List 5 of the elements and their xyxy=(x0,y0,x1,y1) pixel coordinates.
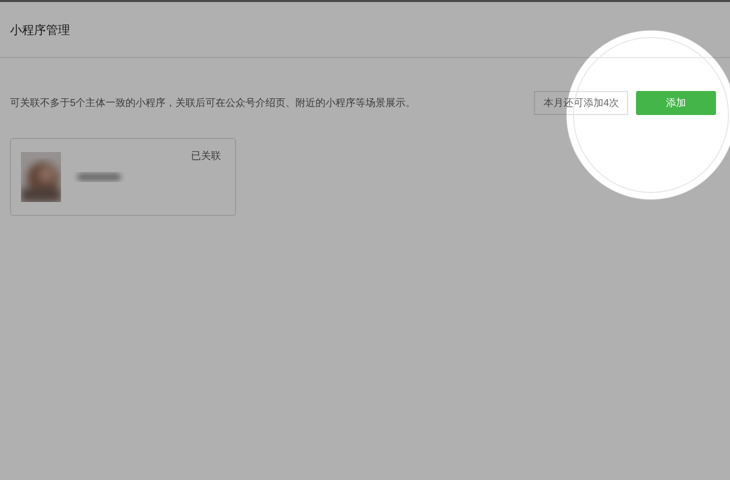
status-label: 已关联 xyxy=(191,150,221,164)
add-button[interactable]: 添加 xyxy=(636,91,716,115)
page-title: 小程序管理 xyxy=(10,22,70,38)
description-text: 可关联不多于5个主体一致的小程序，关联后可在公众号介绍页、附近的小程序等场景展示。 xyxy=(10,96,416,110)
quota-tooltip: 本月还可添加4次 xyxy=(534,91,628,115)
